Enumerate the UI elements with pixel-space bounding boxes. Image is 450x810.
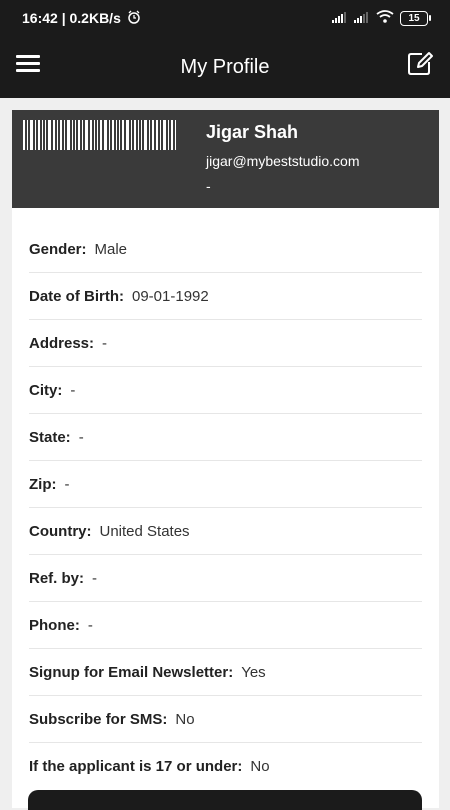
field-row-gender: Gender: Male [29, 226, 422, 273]
field-label: Zip: [29, 475, 57, 493]
field-value: - [64, 475, 70, 493]
field-label: Phone: [29, 616, 80, 634]
field-label: City: [29, 381, 63, 399]
field-row-ref-by: Ref. by: - [29, 555, 422, 602]
field-value: 09-01-1992 [132, 287, 209, 305]
field-value: - [92, 569, 98, 587]
signal-icon [332, 10, 348, 26]
profile-name: Jigar Shah [206, 122, 299, 142]
field-row-state: State: - [29, 414, 422, 461]
field-row-country: Country: United States [29, 508, 422, 555]
field-value: - [102, 334, 108, 352]
battery-icon: 15 [400, 10, 431, 26]
field-row-zip: Zip: - [29, 461, 422, 508]
field-label: State: [29, 428, 71, 446]
alarm-icon [127, 10, 141, 27]
field-row-phone: Phone: - [29, 602, 422, 649]
status-bar: 16:42 | 0.2KB/s 15 [0, 0, 450, 36]
profile-phone: - [206, 178, 211, 194]
field-value: - [70, 381, 76, 399]
field-row-dob: Date of Birth: 09-01-1992 [29, 273, 422, 320]
menu-icon[interactable] [16, 52, 40, 74]
field-value: Male [94, 240, 128, 258]
field-label: Country: [29, 522, 92, 540]
field-label: Date of Birth: [29, 287, 124, 305]
field-label: Subscribe for SMS: [29, 710, 168, 728]
wifi-icon [376, 10, 394, 26]
field-row-address: Address: - [29, 320, 422, 367]
field-row-email-newsletter: Signup for Email Newsletter: Yes [29, 649, 422, 696]
signal-icon-2 [354, 10, 370, 26]
bottom-action-button[interactable] [28, 790, 422, 810]
profile-email: jigar@mybeststudio.com [206, 153, 360, 169]
page-title: My Profile [180, 55, 270, 78]
field-label: If the applicant is 17 or under: [29, 757, 243, 775]
field-value: No [175, 710, 195, 728]
field-label: Signup for Email Newsletter: [29, 663, 234, 681]
profile-details: Gender: Male Date of Birth: 09-01-1992 A… [12, 208, 439, 808]
field-value: Yes [241, 663, 266, 681]
field-label: Gender: [29, 240, 87, 258]
barcode [23, 120, 201, 150]
field-value: - [78, 428, 84, 446]
status-time: 16:42 | 0.2KB/s [22, 10, 121, 26]
field-row-minor: If the applicant is 17 or under: No [29, 743, 422, 789]
field-value: United States [99, 522, 190, 540]
field-label: Address: [29, 334, 95, 352]
field-label: Ref. by: [29, 569, 85, 587]
profile-header: Jigar Shah jigar@mybeststudio.com - [12, 110, 439, 208]
field-value: No [250, 757, 270, 775]
app-bar: My Profile [0, 36, 450, 98]
edit-icon[interactable] [406, 50, 434, 78]
field-row-sms: Subscribe for SMS: No [29, 696, 422, 743]
field-row-city: City: - [29, 367, 422, 414]
field-value: - [87, 616, 93, 634]
